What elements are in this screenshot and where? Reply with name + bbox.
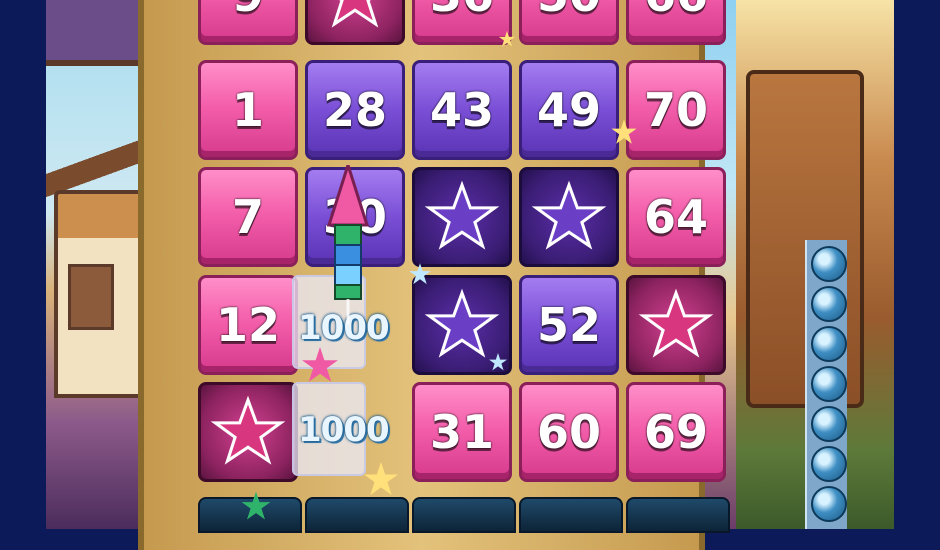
cell-number: 28 <box>322 83 387 137</box>
bingo-cell-daubed <box>305 0 405 45</box>
bingo-cell[interactable]: 70 <box>626 60 726 160</box>
bingo-ball-icon <box>811 246 847 282</box>
cell-number: 70 <box>643 83 708 137</box>
star-icon <box>638 288 714 358</box>
cell-number: 66 <box>644 0 708 22</box>
bottom-powerup-tray <box>192 495 732 533</box>
tray-slot[interactable] <box>626 497 730 533</box>
cell-number: 64 <box>643 190 708 244</box>
bingo-cell[interactable]: 69 <box>626 382 726 482</box>
sparkle-star-icon <box>489 353 507 371</box>
bingo-cell[interactable]: 12 <box>198 275 298 375</box>
bingo-cell[interactable]: 50 <box>519 0 619 45</box>
bingo-cell[interactable]: 7 <box>198 167 298 267</box>
bingo-cell[interactable]: 66 <box>626 0 726 45</box>
sparkle-star-icon <box>409 263 431 285</box>
bingo-cell[interactable]: 36 <box>412 0 512 45</box>
bingo-cell[interactable]: 60 <box>519 382 619 482</box>
bingo-ball-icon <box>811 446 847 482</box>
bingo-card-grid: 9 36 50 66 1 28 43 49 70 7 30 64 12 52 3… <box>192 0 732 483</box>
bingo-ball-icon <box>811 366 847 402</box>
bingo-cell-daubed <box>412 167 512 267</box>
cell-number: 52 <box>536 298 601 352</box>
cell-number: 49 <box>536 83 601 137</box>
cell-number: 36 <box>430 0 494 22</box>
star-icon <box>531 180 607 250</box>
bingo-cell[interactable]: 43 <box>412 60 512 160</box>
sparkle-star-icon <box>498 30 516 47</box>
tray-slot[interactable] <box>519 497 623 533</box>
star-icon <box>210 395 286 465</box>
star-icon <box>331 0 379 28</box>
cell-number: 1 <box>231 83 264 137</box>
sparkle-star-icon <box>241 491 271 520</box>
called-balls-column <box>805 240 847 529</box>
bingo-cell-daubed <box>198 382 298 482</box>
cell-number: 12 <box>215 298 280 352</box>
cell-number: 9 <box>232 0 264 22</box>
cell-number: 50 <box>537 0 601 22</box>
bingo-cell[interactable]: 28 <box>305 60 405 160</box>
cell-number: 43 <box>429 83 494 137</box>
tray-slot[interactable] <box>305 497 409 533</box>
cell-number: 69 <box>643 405 708 459</box>
bingo-ball-icon <box>811 326 847 362</box>
bingo-cell[interactable]: 64 <box>626 167 726 267</box>
bingo-cell[interactable]: 31 <box>412 382 512 482</box>
firework-rocket-icon <box>326 165 370 325</box>
cell-number: 60 <box>536 405 601 459</box>
bingo-cell[interactable]: 52 <box>519 275 619 375</box>
bingo-cell-daubed <box>626 275 726 375</box>
sparkle-star-icon <box>611 119 637 144</box>
bonus-points-label: 1000 <box>298 410 390 450</box>
bingo-cell[interactable]: 49 <box>519 60 619 160</box>
bingo-ball-icon <box>811 486 847 522</box>
cell-number: 31 <box>429 405 494 459</box>
bingo-cell[interactable]: 9 <box>198 0 298 45</box>
bingo-ball-icon <box>811 286 847 322</box>
bingo-cell[interactable]: 1 <box>198 60 298 160</box>
sparkle-star-icon <box>363 461 399 495</box>
star-icon <box>424 180 500 250</box>
cell-number: 7 <box>231 190 264 244</box>
sparkle-star-icon <box>302 347 338 382</box>
tray-slot[interactable] <box>412 497 516 533</box>
bingo-ball-icon <box>811 406 847 442</box>
bingo-cell-daubed <box>519 167 619 267</box>
